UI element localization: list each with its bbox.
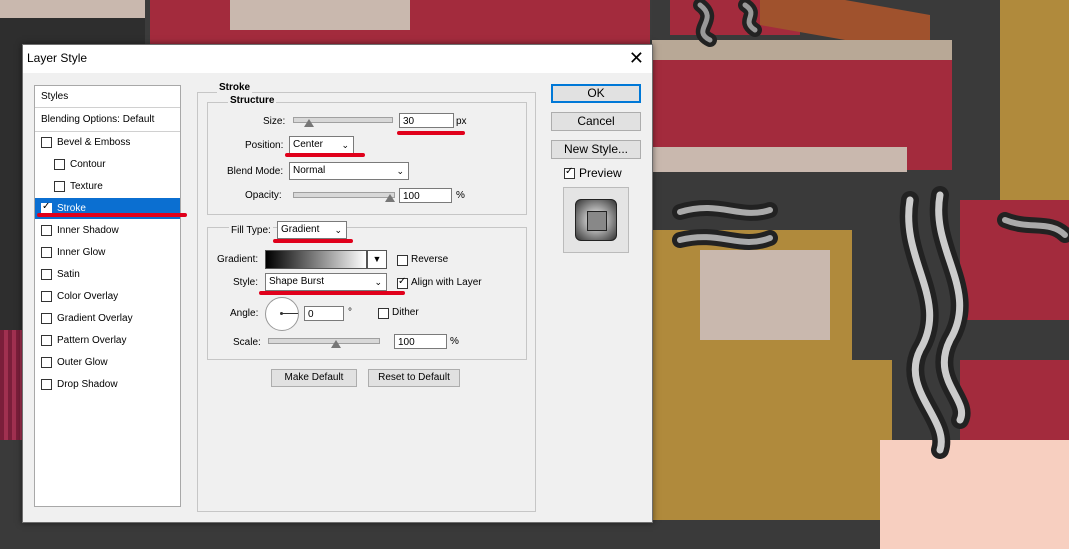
style-item-texture[interactable]: Texture (35, 176, 180, 197)
cancel-button[interactable]: Cancel (551, 112, 641, 131)
inner-shadow-checkbox[interactable] (41, 225, 52, 236)
align-with-layer-checkbox[interactable] (397, 276, 408, 289)
gradient-dropdown-icon[interactable]: ▼ (367, 250, 387, 269)
chevron-down-icon: ⌄ (341, 140, 349, 150)
scale-slider[interactable] (268, 338, 380, 344)
opacity-slider-thumb[interactable] (385, 194, 395, 202)
opacity-label: Opacity: (245, 190, 282, 201)
angle-unit: ° (348, 307, 352, 318)
angle-dial[interactable] (265, 297, 299, 331)
annotation-underline (259, 291, 405, 295)
dialog-titlebar: Layer Style ✕ (23, 45, 652, 73)
style-item-pattern-overlay[interactable]: Pattern Overlay (35, 330, 180, 351)
style-item-inner-glow[interactable]: Inner Glow (35, 242, 180, 263)
style-item-satin[interactable]: Satin (35, 264, 180, 285)
annotation-underline (273, 239, 353, 243)
make-default-button[interactable]: Make Default (271, 369, 357, 387)
angle-label: Angle: (230, 308, 259, 319)
art-shape (230, 0, 410, 30)
art-shape (0, 330, 22, 440)
position-select[interactable]: Center ⌄ (289, 136, 354, 154)
layer-style-dialog: Layer Style ✕ Styles Blending Options: D… (22, 44, 653, 523)
gradient-preview[interactable] (265, 250, 367, 269)
style-select[interactable]: Shape Burst ⌄ (265, 273, 387, 291)
chevron-down-icon: ⌄ (334, 225, 342, 235)
scale-unit: % (450, 336, 459, 347)
angle-dial-center (280, 312, 283, 315)
preview-shape (575, 199, 617, 241)
style-item-bevel-emboss[interactable]: Bevel & Emboss (35, 132, 180, 153)
gradient-label: Gradient: (217, 254, 259, 265)
preview-label: Preview (579, 166, 622, 180)
blend-mode-select[interactable]: Normal ⌄ (289, 162, 409, 180)
opacity-unit: % (456, 190, 465, 201)
style-item-inner-shadow[interactable]: Inner Shadow (35, 220, 180, 241)
opacity-field[interactable]: 100 (399, 188, 452, 203)
gradient-overlay-checkbox[interactable] (41, 313, 52, 324)
reverse-label: Reverse (411, 254, 449, 265)
style-item-color-overlay[interactable]: Color Overlay (35, 286, 180, 307)
divider (35, 107, 180, 108)
dialog-title: Layer Style (27, 51, 88, 65)
bevel-emboss-checkbox[interactable] (41, 137, 52, 148)
size-field[interactable]: 30 (399, 113, 454, 128)
preview-inner-square (587, 211, 607, 231)
styles-header[interactable]: Styles (35, 86, 180, 107)
fill-type-select[interactable]: Gradient ⌄ (277, 221, 347, 239)
fill-type-label: Fill Type: (229, 225, 273, 236)
stroke-section-title: Stroke (217, 82, 253, 93)
size-label: Size: (263, 116, 286, 127)
angle-field[interactable]: 0 (304, 306, 344, 321)
satin-checkbox[interactable] (41, 269, 52, 280)
size-slider-thumb[interactable] (304, 119, 314, 127)
color-overlay-checkbox[interactable] (41, 291, 52, 302)
drop-shadow-checkbox[interactable] (41, 379, 52, 390)
dither-label: Dither (392, 307, 419, 318)
preview-checkbox[interactable] (564, 166, 575, 179)
scale-label: Scale: (233, 337, 261, 348)
style-item-outer-glow[interactable]: Outer Glow (35, 352, 180, 373)
ok-button[interactable]: OK (551, 84, 641, 103)
preview-thumbnail (563, 187, 629, 253)
style-item-contour[interactable]: Contour (35, 154, 180, 175)
align-with-layer-label: Align with Layer (411, 277, 482, 288)
angle-dial-needle (282, 313, 298, 314)
reset-to-default-button[interactable]: Reset to Default (368, 369, 460, 387)
blend-mode-label: Blend Mode: (227, 166, 284, 177)
style-label: Style: (233, 277, 259, 288)
blending-options-item[interactable]: Blending Options: Default (35, 109, 180, 130)
styles-list: Styles Blending Options: Default Bevel &… (34, 85, 181, 507)
swirl-art (672, 0, 1069, 459)
chevron-down-icon: ⌄ (374, 277, 382, 287)
style-item-drop-shadow[interactable]: Drop Shadow (35, 374, 180, 395)
position-label: Position: (245, 140, 284, 151)
annotation-underline (397, 131, 465, 135)
size-unit: px (456, 116, 467, 127)
new-style-button[interactable]: New Style... (551, 140, 641, 159)
contour-checkbox[interactable] (54, 159, 65, 170)
reverse-checkbox[interactable] (397, 255, 408, 266)
chevron-down-icon: ⌄ (396, 166, 404, 176)
scale-slider-thumb[interactable] (331, 340, 341, 348)
close-icon[interactable]: ✕ (629, 48, 644, 68)
pattern-overlay-checkbox[interactable] (41, 335, 52, 346)
scale-field[interactable]: 100 (394, 334, 447, 349)
opacity-slider[interactable] (293, 192, 395, 198)
style-item-gradient-overlay[interactable]: Gradient Overlay (35, 308, 180, 329)
dither-checkbox[interactable] (378, 308, 389, 319)
texture-checkbox[interactable] (54, 181, 65, 192)
annotation-underline (285, 153, 365, 157)
inner-glow-checkbox[interactable] (41, 247, 52, 258)
outer-glow-checkbox[interactable] (41, 357, 52, 368)
structure-title: Structure (228, 95, 277, 106)
art-shape (0, 0, 145, 18)
annotation-underline (37, 213, 187, 217)
